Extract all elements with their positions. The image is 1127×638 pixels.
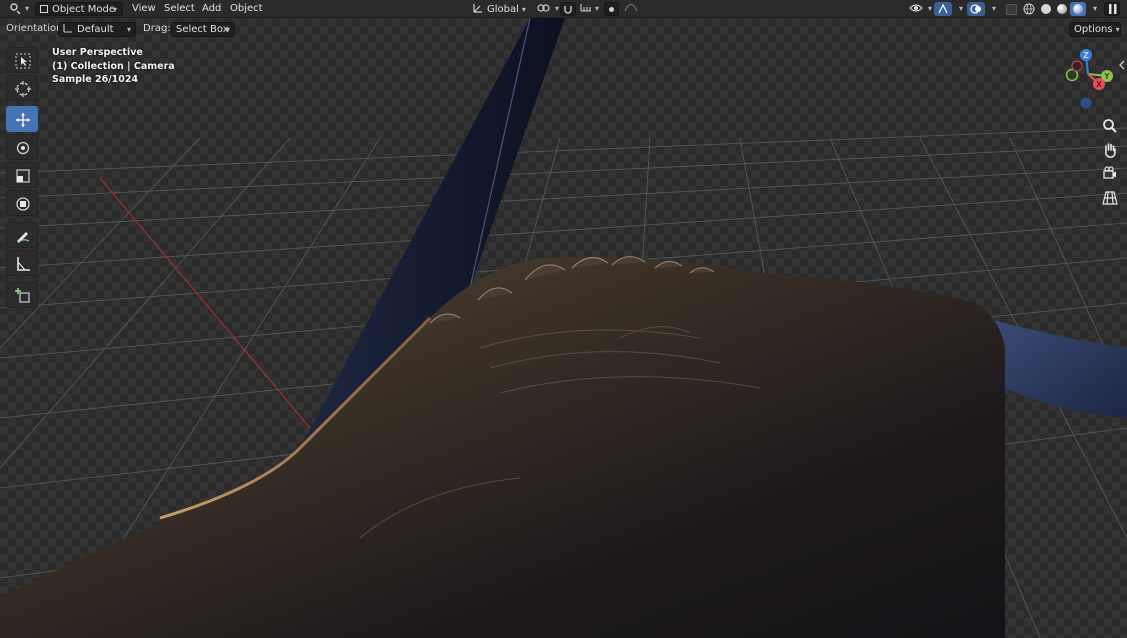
orientation-dropdown[interactable]: Default ▾ bbox=[58, 22, 136, 37]
view-object-types-dropdown[interactable]: ▾ bbox=[905, 2, 935, 16]
3d-viewport[interactable] bbox=[0, 18, 1127, 638]
mode-dropdown[interactable]: Object Mode ▾ bbox=[35, 2, 123, 16]
orientation-icon bbox=[63, 24, 72, 33]
toggle-projection-button[interactable] bbox=[1099, 187, 1121, 209]
pencil-icon bbox=[17, 232, 30, 243]
overlays-icon bbox=[970, 4, 981, 14]
y-axis-label: Y bbox=[1104, 72, 1110, 81]
pivot-point-dropdown[interactable]: ▾ bbox=[533, 2, 561, 16]
cursor-icon bbox=[15, 81, 31, 97]
proportional-edit-toggle[interactable] bbox=[604, 2, 619, 16]
drag-value: Select Box bbox=[176, 24, 229, 35]
drag-dropdown[interactable]: Select Box ▾ bbox=[171, 22, 235, 37]
shading-material-button[interactable] bbox=[1054, 2, 1070, 16]
snap-grid-icon bbox=[580, 4, 591, 12]
pan-button[interactable] bbox=[1099, 139, 1121, 161]
pivot-link-icon bbox=[537, 4, 550, 12]
rotate-tool[interactable] bbox=[6, 134, 38, 160]
xray-icon bbox=[1006, 4, 1017, 15]
rotate-icon bbox=[16, 141, 30, 155]
menu-add-label: Add bbox=[202, 3, 222, 14]
falloff-curve-icon bbox=[624, 3, 638, 12]
snap-target-dropdown[interactable]: ▾ bbox=[576, 2, 602, 16]
gizmo-dropdown[interactable]: ▾ bbox=[952, 2, 966, 16]
add-cube-icon bbox=[15, 288, 30, 303]
magnet-icon bbox=[564, 6, 572, 14]
snap-toggle[interactable] bbox=[560, 2, 576, 16]
add-cube-tool[interactable] bbox=[6, 282, 38, 308]
move-tool[interactable] bbox=[6, 106, 38, 132]
annotate-tool[interactable] bbox=[6, 222, 38, 248]
scale-icon bbox=[16, 169, 30, 183]
tool-settings-bar: Orientation: Default ▾ Drag: Select Box ▾ … bbox=[0, 18, 1127, 41]
shading-dropdown[interactable]: ▾ bbox=[1086, 2, 1100, 16]
xray-toggle[interactable] bbox=[1004, 2, 1018, 16]
gizmo-icon bbox=[938, 3, 948, 14]
drag-label: Drag: bbox=[143, 23, 171, 34]
z-axis-label: Z bbox=[1083, 51, 1089, 60]
measure-icon bbox=[17, 257, 30, 271]
camera-view-button[interactable] bbox=[1099, 162, 1121, 184]
overlays-dropdown[interactable]: ▾ bbox=[985, 2, 999, 16]
orientation-axes-icon bbox=[473, 4, 482, 13]
select-box-tool[interactable] bbox=[6, 47, 38, 73]
overlays-toggle[interactable] bbox=[967, 2, 985, 16]
shading-rendered-button[interactable] bbox=[1070, 2, 1086, 16]
render-pause-button[interactable] bbox=[1104, 2, 1120, 16]
menu-select[interactable]: Select bbox=[160, 2, 199, 16]
perspective-grid-icon bbox=[1102, 191, 1118, 205]
viewport-header: ▾ Object Mode ▾ View Select Add Object Gl… bbox=[0, 0, 1127, 18]
proportional-falloff-dropdown[interactable] bbox=[620, 2, 640, 16]
transform-tool[interactable] bbox=[6, 190, 38, 216]
transform-orientation-label: Global bbox=[487, 4, 519, 15]
proportional-edit-icon bbox=[609, 7, 614, 12]
x-axis-label: X bbox=[1096, 80, 1102, 89]
render-sample-text: Sample 26/1024 bbox=[52, 74, 139, 85]
shading-wireframe-button[interactable] bbox=[1021, 2, 1037, 16]
collection-text: (1) Collection | Camera bbox=[52, 61, 175, 72]
pause-icon bbox=[1109, 4, 1117, 14]
zoom-magnifier-icon bbox=[1103, 119, 1117, 133]
navigation-gizmo[interactable]: Z Y X bbox=[1055, 46, 1121, 114]
transform-orientation-dropdown[interactable]: Global ▾ bbox=[468, 2, 530, 16]
object-mode-icon bbox=[40, 5, 48, 13]
menu-view-label: View bbox=[132, 3, 156, 14]
rendered-sphere-icon bbox=[1073, 4, 1083, 14]
solid-sphere-icon bbox=[1041, 4, 1051, 14]
material-sphere-icon bbox=[1057, 4, 1067, 14]
menu-select-label: Select bbox=[164, 3, 195, 14]
viewport-editor-icon bbox=[10, 3, 21, 15]
view-perspective-text: User Perspective bbox=[52, 47, 143, 58]
menu-object[interactable]: Object bbox=[226, 2, 267, 16]
cursor-tool[interactable] bbox=[6, 75, 38, 101]
gizmo-toggle[interactable] bbox=[934, 2, 952, 16]
neg-x-axis-handle[interactable] bbox=[1071, 60, 1083, 72]
mode-label: Object Mode bbox=[52, 4, 115, 15]
menu-object-label: Object bbox=[230, 3, 263, 14]
wireframe-sphere-icon bbox=[1023, 3, 1035, 15]
measure-tool[interactable] bbox=[6, 250, 38, 276]
eye-icon bbox=[909, 4, 923, 12]
move-arrows-icon bbox=[16, 113, 30, 127]
orientation-value: Default bbox=[77, 24, 114, 35]
options-label: Options bbox=[1074, 24, 1113, 35]
camera-icon bbox=[1103, 166, 1116, 179]
editor-type-button[interactable]: ▾ bbox=[4, 2, 32, 16]
transform-icon bbox=[16, 197, 30, 211]
menu-add[interactable]: Add bbox=[198, 2, 225, 16]
zoom-button[interactable] bbox=[1099, 115, 1121, 137]
sidebar-toggle-chevron-icon[interactable] bbox=[1118, 60, 1126, 70]
scale-tool[interactable] bbox=[6, 162, 38, 188]
orientation-label: Orientation: bbox=[6, 23, 66, 34]
menu-view[interactable]: View bbox=[128, 2, 160, 16]
select-box-icon bbox=[15, 53, 31, 69]
options-dropdown[interactable]: Options ▾ bbox=[1069, 22, 1121, 37]
rendered-scene bbox=[0, 18, 1127, 638]
neg-z-axis-handle[interactable] bbox=[1080, 97, 1092, 109]
hand-icon bbox=[1105, 143, 1116, 158]
shading-solid-button[interactable] bbox=[1038, 2, 1054, 16]
